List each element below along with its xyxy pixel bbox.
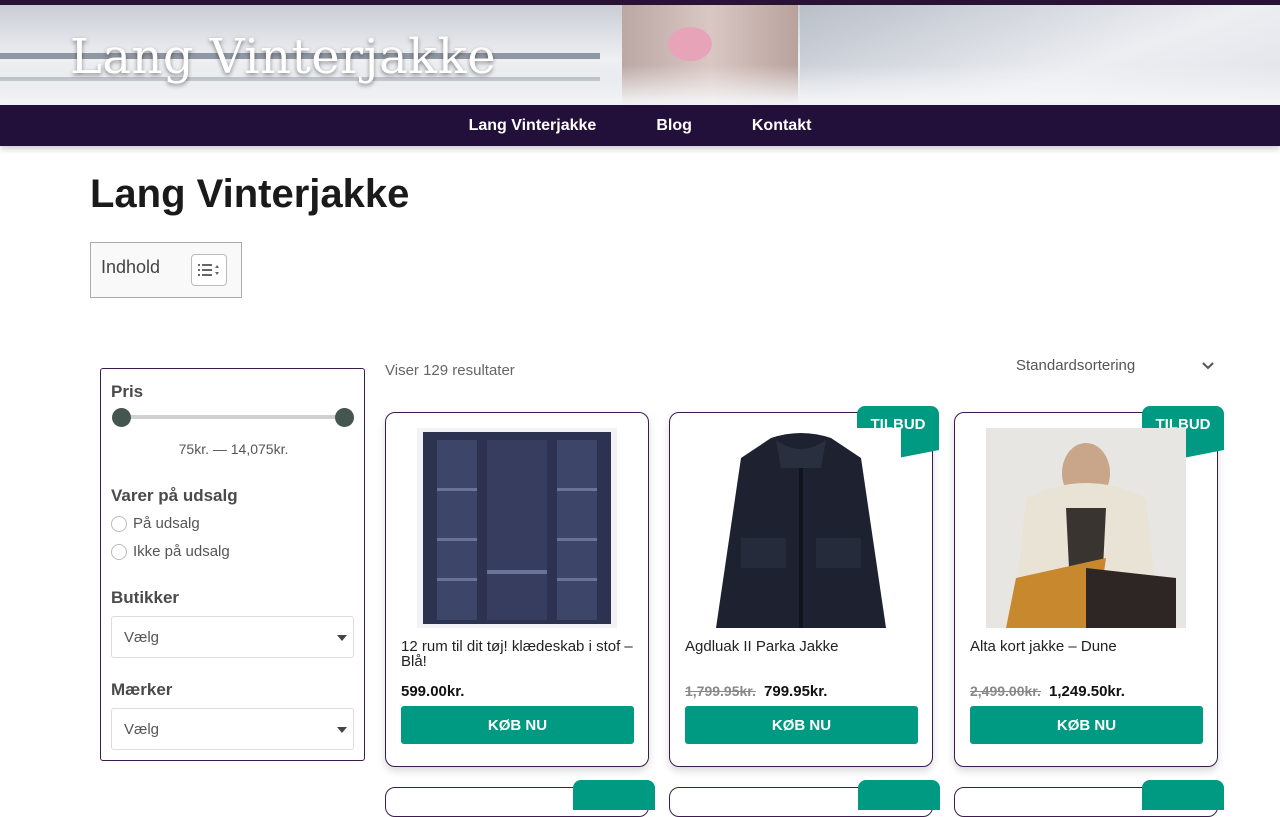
stores-select[interactable]: Vælg	[111, 616, 354, 658]
price-range-label: 75kr. — 14,075kr.	[178, 441, 289, 457]
price-slider-max-handle[interactable]	[335, 408, 354, 427]
product-name[interactable]: 12 rum til dit tøj! klædeskab i stof – B…	[401, 639, 636, 669]
hero-glove-image	[668, 27, 712, 61]
nav-item-lang-vinterjakke[interactable]: Lang Vinterjakke	[469, 117, 597, 135]
list-icon	[198, 264, 219, 276]
brands-select[interactable]: Vælg	[111, 708, 354, 750]
radio-circle[interactable]	[111, 515, 127, 532]
sort-select-value: Standardsortering	[1016, 357, 1136, 374]
nav-item-kontakt[interactable]: Kontakt	[752, 117, 812, 135]
product-image-parka[interactable]	[701, 428, 901, 628]
product-name[interactable]: Alta kort jakke – Dune	[970, 639, 1205, 654]
sale-badge-partial	[1142, 780, 1224, 810]
radio-label: På udsalg	[133, 515, 200, 532]
product-price-block: 2,499.00kr. 1,249.50kr.	[970, 683, 1125, 700]
product-card[interactable]: 12 rum til dit tøj! klædeskab i stof – B…	[385, 412, 649, 767]
product-old-price: 1,799.95kr.	[685, 683, 756, 699]
product-price: 799.95kr.	[764, 683, 828, 700]
radio-on-sale[interactable]: På udsalg	[111, 515, 200, 532]
product-price-block: 599.00kr.	[401, 683, 464, 700]
site-title[interactable]: Lang Vinterjakke	[70, 29, 496, 85]
product-image-wardrobe[interactable]	[417, 428, 617, 628]
price-slider-min-handle[interactable]	[112, 408, 131, 427]
price-heading: Pris	[111, 382, 144, 401]
radio-label: Ikke på udsalg	[133, 543, 230, 560]
radio-not-on-sale[interactable]: Ikke på udsalg	[111, 543, 230, 560]
buy-now-button[interactable]: KØB NU	[970, 706, 1203, 744]
buy-now-button[interactable]: KØB NU	[401, 706, 634, 744]
sale-heading: Varer på udsalg	[111, 486, 238, 505]
toc-toggle-button[interactable]	[191, 254, 227, 286]
product-price: 599.00kr.	[401, 683, 465, 700]
product-image-dune-jacket[interactable]	[986, 428, 1186, 628]
product-price-block: 1,799.95kr. 799.95kr.	[685, 683, 827, 700]
sort-select[interactable]: Standardsortering	[1016, 357, 1221, 374]
filter-sidebar: Pris 75kr. — 14,075kr. Varer på udsalg P…	[100, 368, 365, 761]
chevron-down-icon	[1202, 362, 1214, 370]
caret-down-icon	[337, 727, 347, 733]
product-old-price: 2,499.00kr.	[970, 683, 1041, 699]
radio-circle[interactable]	[111, 543, 127, 560]
nav-item-blog[interactable]: Blog	[656, 117, 692, 135]
stores-heading: Butikker	[111, 588, 180, 607]
product-name[interactable]: Agdluak II Parka Jakke	[685, 639, 920, 654]
hero-banner: Lang Vinterjakke	[0, 5, 1280, 105]
price-slider-track[interactable]	[121, 415, 345, 419]
sale-badge-partial	[573, 780, 655, 810]
toc-label: Indhold	[101, 257, 161, 277]
brands-select-value: Vælg	[124, 721, 160, 738]
brands-heading: Mærker	[111, 680, 173, 699]
stores-select-value: Vælg	[124, 629, 160, 646]
page-title: Lang Vinterjakke	[90, 172, 410, 216]
product-card[interactable]: TILBUD Agdluak II Parka Jakke 1,799.95kr…	[669, 406, 939, 767]
product-card[interactable]: TILBUD Alta kort jakke – Dune 2,499.00kr…	[954, 406, 1224, 767]
results-count: Viser 129 resultater	[385, 362, 515, 379]
table-of-contents: Indhold	[90, 242, 242, 298]
sale-badge-partial	[858, 780, 940, 810]
product-price: 1,249.50kr.	[1049, 683, 1125, 700]
main-nav: Lang Vinterjakke Blog Kontakt	[0, 105, 1280, 146]
caret-down-icon	[337, 635, 347, 641]
buy-now-button[interactable]: KØB NU	[685, 706, 918, 744]
